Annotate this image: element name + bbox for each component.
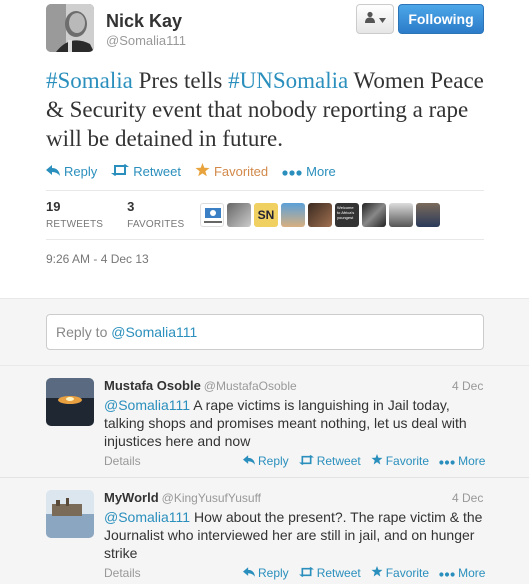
retweet-label: Retweet [316,454,361,468]
more-dots-icon [439,566,455,580]
tweet-timestamp[interactable]: 9:26 AM - 4 Dec 13 [46,252,149,266]
divider [46,190,484,191]
more-button[interactable]: More [439,566,485,580]
mini-avatar[interactable] [227,203,251,227]
retweet-button[interactable]: Retweet [298,566,361,580]
tweet-text: #Somalia Pres tells #UNSomalia Women Pea… [46,66,496,153]
reply-button[interactable]: Reply [243,454,289,468]
reply-button[interactable]: Reply [243,566,289,580]
tweet-stats: 19 RETWEETS 3 FAVORITES [46,199,208,230]
favorited-button[interactable]: Favorited [195,162,269,180]
more-dots-icon [439,454,455,468]
reply-text-mention[interactable]: @Somalia111 [104,397,190,413]
reply-icon [243,566,255,580]
reply-date[interactable]: 4 Dec [452,379,483,393]
retweet-button[interactable]: Retweet [111,163,181,179]
reply-placeholder: Reply to [56,324,112,340]
favorite-button[interactable]: Favorite [371,454,429,468]
favorites-label: FAVORITES [127,219,185,230]
retweets-label: RETWEETS [46,219,104,230]
retweets-stat[interactable]: 19 RETWEETS [46,199,103,230]
favorites-stat[interactable]: 3 FAVORITES [127,199,184,230]
reply-author[interactable]: Mustafa Osoble @MustafaOsoble [104,378,297,393]
more-label: More [458,566,486,580]
reply-label: Reply [64,163,98,179]
mini-avatar[interactable] [200,203,224,227]
mini-avatar[interactable]: Welcome to Africa's youngest [335,203,359,227]
retweet-label: Retweet [316,566,361,580]
star-icon [371,566,383,580]
retweet-button[interactable]: Retweet [298,454,361,468]
author-handle[interactable]: @Somalia111 [106,33,186,48]
tweet-actions: Reply Retweet Favorited More [46,162,350,180]
reply-author-handle: @MustafaOsoble [203,379,297,393]
favorite-button[interactable]: Favorite [371,566,429,580]
chevron-down-icon [379,10,386,28]
reply-avatar[interactable] [46,378,94,426]
reply-tweet[interactable]: MyWorld @KingYusufYusuff 4 Dec @Somalia11… [0,478,529,584]
reply-author-handle: @KingYusufYusuff [161,491,262,505]
details-link[interactable]: Details [104,566,141,580]
user-menu-icon [364,10,376,28]
retweet-label: Retweet [133,163,181,179]
reply-avatar[interactable] [46,490,94,538]
reply-button[interactable]: Reply [46,164,97,179]
following-button[interactable]: Following [398,4,484,34]
reply-icon [46,164,60,179]
more-dots-icon [282,164,302,179]
divider [46,239,484,240]
reply-tweet[interactable]: Mustafa Osoble @MustafaOsoble 4 Dec @Soma… [0,366,529,478]
author-avatar[interactable] [46,4,94,52]
favoriter-avatars: SN Welcome to Africa's youngest [200,203,440,227]
mini-avatar[interactable] [281,203,305,227]
reply-author[interactable]: MyWorld @KingYusufYusuff [104,490,261,505]
reply-author-name: MyWorld [104,490,159,505]
more-label: More [458,454,486,468]
tweet-text-segment: Pres tells [132,68,229,93]
reply-text-mention[interactable]: @Somalia111 [104,509,190,525]
retweet-icon [298,454,314,468]
reply-area: Reply to @Somalia111 [0,298,529,366]
reply-input[interactable]: Reply to @Somalia111 [46,314,484,350]
reply-label: Reply [258,454,289,468]
mini-avatar[interactable] [389,203,413,227]
user-actions-dropdown[interactable] [356,4,394,34]
reply-mention: @Somalia111 [111,324,198,340]
author-name[interactable]: Nick Kay [106,11,182,32]
mini-avatar[interactable] [416,203,440,227]
reply-author-name: Mustafa Osoble [104,378,201,393]
hashtag-link[interactable]: #UNSomalia [228,68,348,93]
retweet-icon [111,163,130,179]
reply-text: @Somalia111 How about the present?. The … [104,508,484,562]
more-button[interactable]: More [282,164,336,179]
star-icon [195,162,210,180]
more-label: More [306,163,336,179]
mini-avatar[interactable]: SN [254,203,278,227]
retweet-icon [298,566,314,580]
reply-actions: Reply Retweet Favorite More [243,454,495,468]
retweets-count: 19 [46,199,61,214]
reply-icon [243,454,255,468]
reply-text: @Somalia111 A rape victims is languishin… [104,396,484,450]
reply-label: Reply [258,566,289,580]
reply-date[interactable]: 4 Dec [452,491,483,505]
favorites-count: 3 [127,199,135,214]
mini-avatar[interactable] [362,203,386,227]
star-icon [371,454,383,468]
hashtag-link[interactable]: #Somalia [46,68,133,93]
main-tweet: Nick Kay @Somalia111 Following #Somalia … [0,0,529,298]
details-link[interactable]: Details [104,454,141,468]
favorited-label: Favorited [213,163,269,179]
favorite-label: Favorite [385,566,430,580]
reply-actions: Reply Retweet Favorite More [243,566,495,580]
mini-avatar[interactable] [308,203,332,227]
more-button[interactable]: More [439,454,485,468]
favorite-label: Favorite [385,454,430,468]
